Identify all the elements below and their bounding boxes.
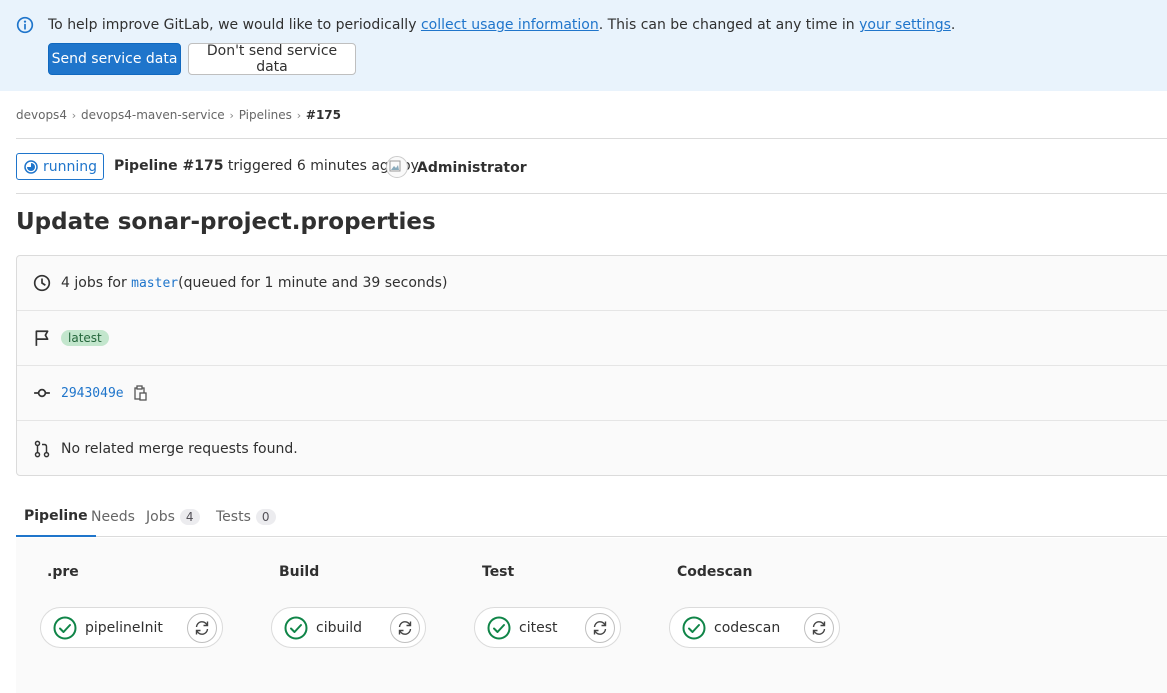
queued-text: (queued for 1 minute and 39 seconds) xyxy=(178,275,448,291)
tab-label: Pipeline xyxy=(24,508,88,524)
tab-jobs[interactable]: Jobs 4 xyxy=(146,497,200,537)
usage-ping-banner: To help improve GitLab, we would like to… xyxy=(0,0,1167,91)
retry-button[interactable] xyxy=(390,613,420,643)
chevron-right-icon: › xyxy=(296,108,302,122)
retry-icon xyxy=(812,621,826,635)
broken-image-icon xyxy=(389,160,401,172)
latest-badge: latest xyxy=(61,330,109,346)
info-icon xyxy=(16,16,34,34)
stage-title-codescan: Codescan xyxy=(677,564,753,580)
status-success-icon xyxy=(53,616,77,639)
jobs-count-text: 4 jobs for xyxy=(61,275,127,291)
stage-title-pre: .pre xyxy=(47,564,79,580)
tab-label: Needs xyxy=(91,509,135,525)
collect-usage-link[interactable]: collect usage information xyxy=(421,17,599,33)
retry-button[interactable] xyxy=(187,613,217,643)
commit-icon xyxy=(34,388,50,398)
merge-request-row: No related merge requests found. xyxy=(17,421,1167,476)
status-badge[interactable]: running xyxy=(16,153,104,180)
tag-row: latest xyxy=(17,311,1167,366)
no-merge-requests-text: No related merge requests found. xyxy=(61,440,298,457)
avatar[interactable] xyxy=(386,156,408,178)
tab-label: Jobs xyxy=(146,509,175,525)
stage-title-test: Test xyxy=(482,564,515,580)
status-running-icon xyxy=(24,159,38,174)
user-link[interactable]: Administrator xyxy=(417,160,527,176)
pipeline-graph: .pre Build Test Codescan pipelineInit ci… xyxy=(16,538,1167,693)
job-name: cibuild xyxy=(316,619,363,636)
chevron-right-icon: › xyxy=(71,108,77,122)
your-settings-link[interactable]: your settings xyxy=(859,17,951,33)
commit-sha-link[interactable]: 2943049e xyxy=(61,386,124,401)
job-name: pipelineInit xyxy=(85,619,163,636)
banner-message: To help improve GitLab, we would like to… xyxy=(48,17,955,33)
flag-icon xyxy=(35,330,49,346)
breadcrumb-project[interactable]: devops4-maven-service xyxy=(81,108,225,122)
tab-tests[interactable]: Tests 0 xyxy=(216,497,276,537)
job-name: codescan xyxy=(714,619,781,636)
pipeline-id: Pipeline #175 xyxy=(114,158,224,174)
retry-icon xyxy=(593,621,607,635)
breadcrumb-pipelines[interactable]: Pipelines xyxy=(239,108,292,122)
tests-count-badge: 0 xyxy=(255,509,276,525)
pipeline-info-card: 4 jobs for master (queued for 1 minute a… xyxy=(16,255,1167,476)
job-citest[interactable]: citest xyxy=(474,607,621,648)
status-success-icon xyxy=(284,616,308,639)
jobs-count-badge: 4 xyxy=(179,509,200,525)
retry-icon xyxy=(195,621,209,635)
banner-text: To help improve GitLab, we would like to… xyxy=(48,17,421,33)
job-codescan[interactable]: codescan xyxy=(669,607,840,648)
commit-row: 2943049e xyxy=(17,366,1167,421)
pipeline-tabs: Pipeline Needs Jobs 4 Tests 0 xyxy=(16,497,1167,537)
status-label: running xyxy=(43,158,98,175)
branch-link[interactable]: master xyxy=(131,276,178,291)
banner-text: . xyxy=(950,17,956,33)
breadcrumb-current[interactable]: #175 xyxy=(306,108,341,122)
tab-pipeline[interactable]: Pipeline xyxy=(16,497,96,537)
status-success-icon xyxy=(487,616,511,639)
send-service-data-button[interactable]: Send service data xyxy=(48,43,181,75)
tab-label: Tests xyxy=(216,509,251,525)
job-cibuild[interactable]: cibuild xyxy=(271,607,426,648)
tab-needs[interactable]: Needs xyxy=(91,497,135,537)
status-success-icon xyxy=(682,616,706,639)
job-pipelineinit[interactable]: pipelineInit xyxy=(40,607,223,648)
clock-icon xyxy=(33,274,51,292)
banner-text: . This can be changed at any time in xyxy=(598,17,860,33)
retry-icon xyxy=(398,621,412,635)
retry-button[interactable] xyxy=(804,613,834,643)
dont-send-service-data-button[interactable]: Don't send service data xyxy=(188,43,356,75)
copy-icon[interactable] xyxy=(133,385,148,401)
jobs-row: 4 jobs for master (queued for 1 minute a… xyxy=(17,256,1167,311)
merge-request-icon xyxy=(34,440,50,457)
retry-button[interactable] xyxy=(585,613,615,643)
chevron-right-icon: › xyxy=(229,108,234,122)
pipeline-header-text: Pipeline #175 triggered 6 minutes ago by xyxy=(114,158,419,174)
divider xyxy=(16,138,1167,139)
job-name: citest xyxy=(519,619,558,636)
stage-title-build: Build xyxy=(279,564,320,580)
page-title: Update sonar-project.properties xyxy=(16,209,436,235)
divider xyxy=(16,193,1167,194)
jobs-summary: 4 jobs for master (queued for 1 minute a… xyxy=(61,275,447,291)
breadcrumb-group[interactable]: devops4 xyxy=(16,108,67,122)
breadcrumb: devops4 › devops4-maven-service › Pipeli… xyxy=(16,108,341,122)
